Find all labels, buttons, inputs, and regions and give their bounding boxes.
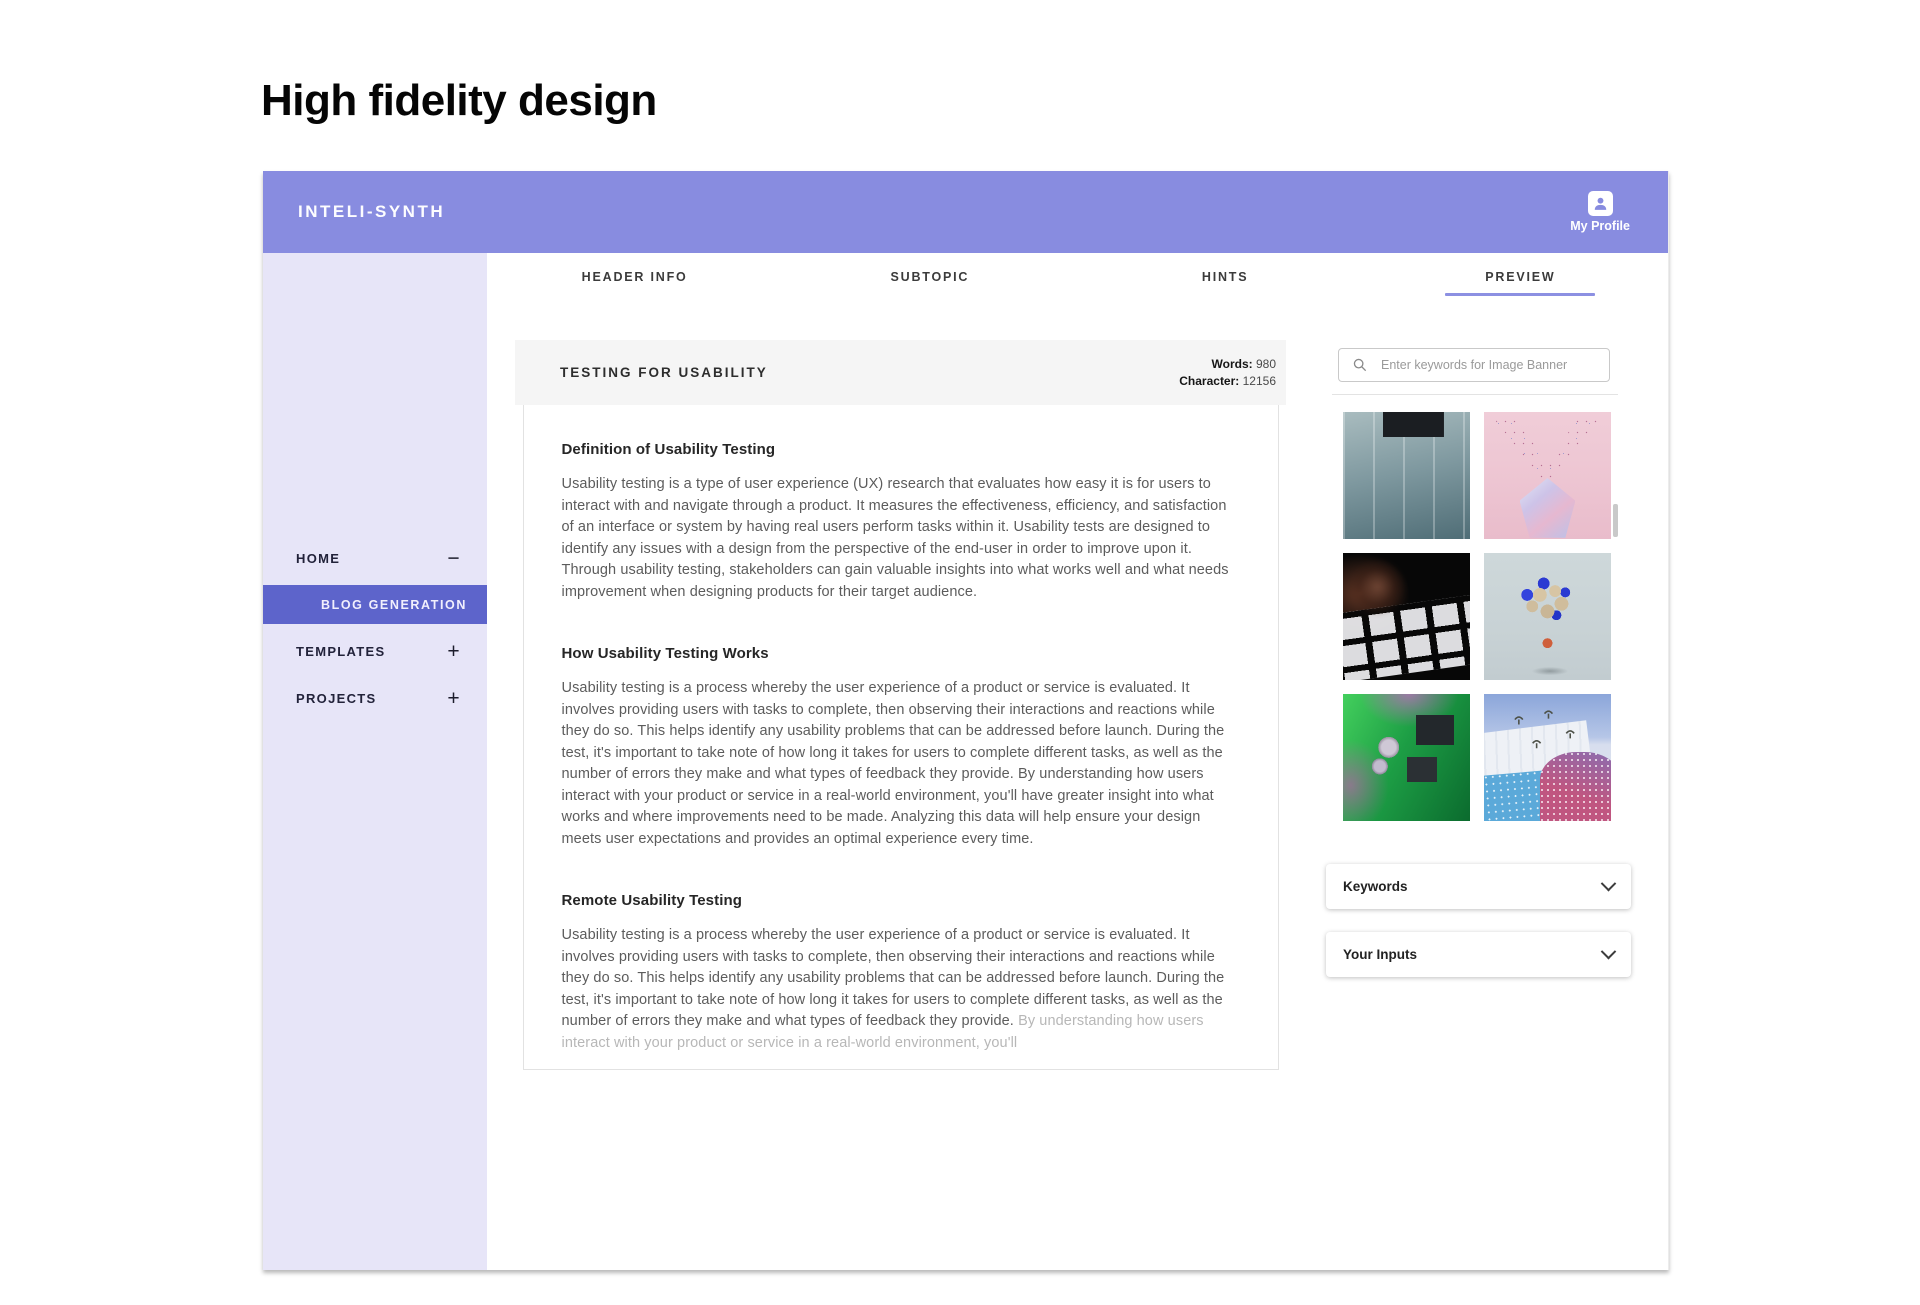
- search-input[interactable]: [1379, 357, 1599, 373]
- sidebar: HOME − BLOG GENERATION TEMPLATES + PROJE…: [263, 253, 487, 1270]
- sidebar-item-label: TEMPLATES: [296, 644, 385, 659]
- sidebar-item-projects[interactable]: PROJECTS +: [263, 679, 487, 717]
- expand-plus-icon[interactable]: +: [447, 641, 461, 662]
- chevron-down-icon: [1601, 876, 1617, 892]
- sidebar-item-label: PROJECTS: [296, 691, 376, 706]
- section-paragraph: Usability testing is a process whereby t…: [562, 678, 1238, 850]
- sidebar-item-blog-generation[interactable]: BLOG GENERATION: [263, 585, 487, 624]
- your-inputs-accordion[interactable]: Your Inputs: [1326, 932, 1631, 977]
- sidebar-item-templates[interactable]: TEMPLATES +: [263, 632, 487, 670]
- image-banner-search[interactable]: [1338, 348, 1610, 382]
- user-profile-icon: [1588, 191, 1613, 216]
- section-paragraph: Usability testing is a process whereby t…: [562, 925, 1238, 1054]
- chevron-down-icon: [1601, 944, 1617, 960]
- bottom-fade: [524, 1049, 1278, 1069]
- thumbnail-pink-crystal-particles[interactable]: [1484, 412, 1611, 539]
- section-heading: Remote Usability Testing: [562, 892, 1238, 909]
- app-header: INTELI-SYNTH My Profile: [263, 171, 1668, 253]
- thumbnail-molecule-spheres[interactable]: [1484, 553, 1611, 680]
- word-count: Words: 980: [1179, 356, 1276, 373]
- thumbnail-tiled-building-facade[interactable]: [1484, 694, 1611, 821]
- profile-label: My Profile: [1570, 219, 1630, 233]
- search-icon: [1352, 357, 1368, 373]
- grid-scrollbar[interactable]: [1613, 504, 1618, 537]
- collapse-minus-icon[interactable]: −: [447, 548, 461, 569]
- keywords-accordion[interactable]: Keywords: [1326, 864, 1631, 909]
- active-tab-underline: [1445, 293, 1595, 296]
- section-heading: Definition of Usability Testing: [562, 441, 1238, 458]
- tab-preview[interactable]: PREVIEW: [1373, 253, 1668, 299]
- character-count: Character: 12156: [1179, 373, 1276, 390]
- sidebar-item-label: HOME: [296, 551, 340, 566]
- thumbnail-green-circuit-macro[interactable]: [1343, 694, 1470, 821]
- accordion-label: Keywords: [1343, 879, 1408, 894]
- pink-tiles-graphic: [1540, 752, 1611, 821]
- sidebar-item-home[interactable]: HOME −: [263, 539, 487, 577]
- app-window: INTELI-SYNTH My Profile HOME − BLOG GENE…: [263, 171, 1669, 1270]
- tab-label: SUBTOPIC: [890, 270, 969, 284]
- tab-bar: HEADER INFO SUBTOPIC HINTS PREVIEW: [487, 253, 1668, 299]
- tab-label: PREVIEW: [1485, 270, 1555, 284]
- brand-logo: INTELI-SYNTH: [263, 202, 445, 222]
- sidebar-item-label: BLOG GENERATION: [321, 598, 467, 612]
- main-area: HEADER INFO SUBTOPIC HINTS PREVIEW TESTI…: [487, 253, 1668, 1270]
- my-profile-button[interactable]: My Profile: [1570, 191, 1668, 233]
- thumbnail-hand-phone-keypad[interactable]: [1343, 553, 1470, 680]
- birds-graphic: [1507, 707, 1596, 758]
- accordion-label: Your Inputs: [1343, 947, 1417, 962]
- tab-label: HINTS: [1202, 270, 1249, 284]
- tab-hints[interactable]: HINTS: [1078, 253, 1373, 299]
- document-stats: Words: 980 Character: 12156: [1179, 356, 1276, 390]
- tab-label: HEADER INFO: [582, 270, 688, 284]
- document-header: TESTING FOR USABILITY Words: 980 Charact…: [515, 340, 1286, 405]
- page-title: High fidelity design: [261, 76, 657, 126]
- page: High fidelity design INTELI-SYNTH My Pro…: [0, 0, 1920, 1305]
- tab-header-info[interactable]: HEADER INFO: [487, 253, 782, 299]
- section-heading: How Usability Testing Works: [562, 645, 1238, 662]
- section-paragraph: Usability testing is a type of user expe…: [562, 474, 1238, 603]
- panel-divider: [1332, 394, 1618, 395]
- document-title: TESTING FOR USABILITY: [560, 365, 768, 380]
- document-preview: TESTING FOR USABILITY Words: 980 Charact…: [515, 340, 1286, 1070]
- tab-subtopic[interactable]: SUBTOPIC: [782, 253, 1077, 299]
- expand-plus-icon[interactable]: +: [447, 688, 461, 709]
- thumbnail-glass-circuit-teal[interactable]: [1343, 412, 1470, 539]
- document-body: Definition of Usability Testing Usabilit…: [523, 405, 1279, 1070]
- image-banner-grid: [1343, 412, 1611, 821]
